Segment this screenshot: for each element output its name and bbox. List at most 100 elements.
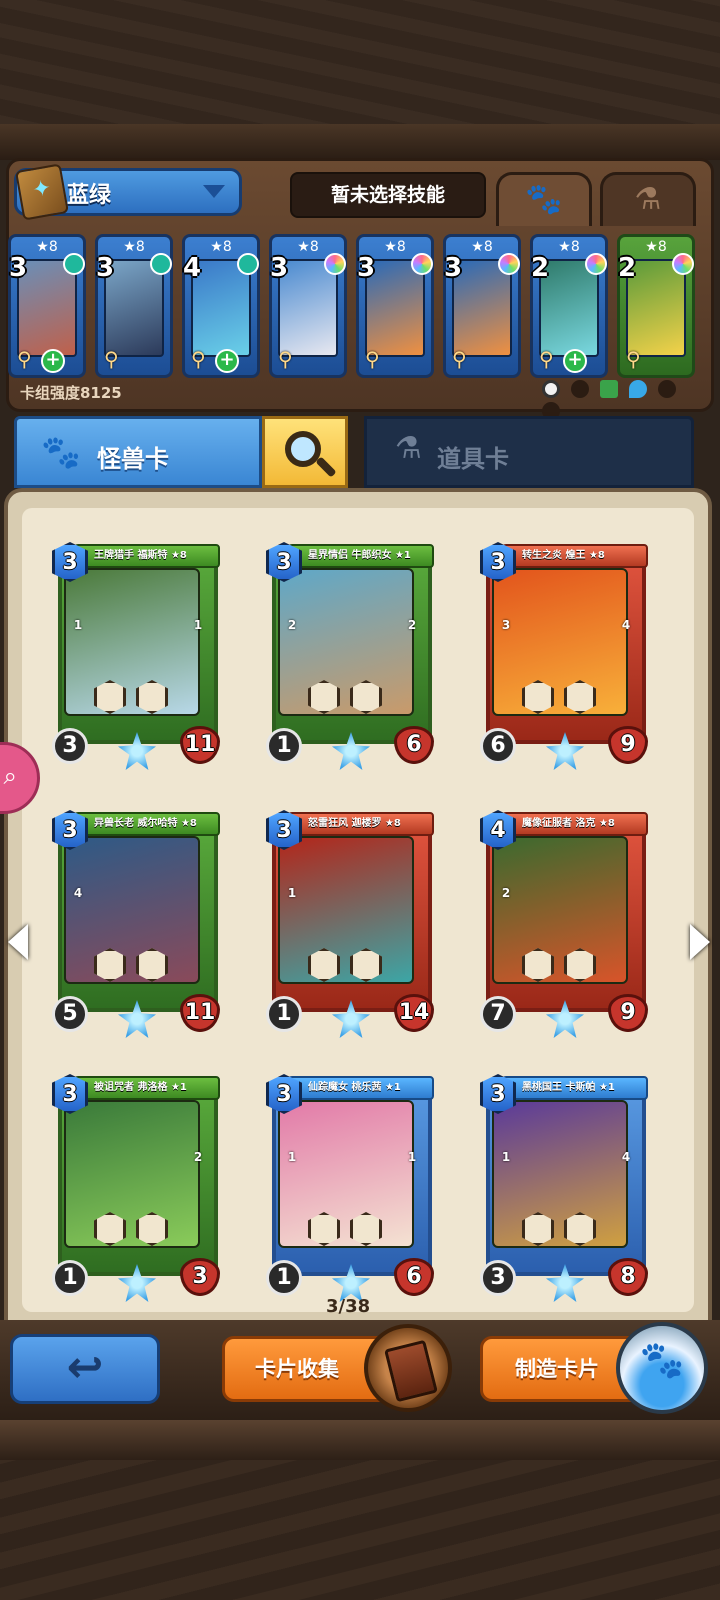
element-gem-icon: [63, 253, 85, 275]
card-health: 6: [394, 1258, 434, 1296]
card-health: 8: [608, 1258, 648, 1296]
card-pip-right: 4: [621, 1150, 631, 1164]
card-pip-left: 1: [287, 1150, 297, 1164]
tribe-plant-icon[interactable]: [600, 380, 619, 398]
deck-card[interactable]: ★8 3 ⚲: [356, 234, 434, 378]
upgrade-plus-icon[interactable]: +: [563, 349, 587, 373]
card-art: [64, 1100, 200, 1248]
monster-card[interactable]: 仙踪魔女 桃乐茜 ★1 3 1 1 1 6: [266, 1074, 434, 1302]
back-button[interactable]: ↩: [10, 1334, 160, 1404]
card-health: 14: [394, 994, 434, 1032]
deck-card[interactable]: ★8 2 ⚲ +: [530, 234, 608, 378]
card-collection-icon: [364, 1324, 452, 1412]
monster-card[interactable]: 星界情侣 牛郎织女 ★1 3 2 2 1 6: [266, 542, 434, 770]
deck-card[interactable]: ★8 3 ⚲ +: [8, 234, 86, 378]
deck-card[interactable]: ★8 3 ⚲: [269, 234, 347, 378]
card-pip-right: 4: [621, 618, 631, 632]
tab-item-cards[interactable]: ⚗ 道具卡: [364, 416, 694, 488]
card-pip-left: 1: [501, 1150, 511, 1164]
card-attack: 1: [266, 1260, 302, 1296]
card-attack: 3: [52, 728, 88, 764]
card-attack: 1: [52, 1260, 88, 1296]
tribe-filter-icons[interactable]: [542, 380, 692, 420]
card-attack: 7: [480, 996, 516, 1032]
next-page-arrow-icon[interactable]: [690, 924, 710, 960]
paw-icon: 🐾: [41, 433, 81, 471]
card-pip-right: [400, 868, 424, 898]
card-art: [64, 836, 200, 984]
card-title: 异兽长老 威尔哈特 ★8: [74, 812, 220, 836]
element-gem-icon: [237, 253, 259, 275]
monster-card[interactable]: 魔像征服者 洛克 ★8 4 2 7 9: [480, 810, 648, 1038]
wand-icon: ⚲: [452, 347, 467, 371]
monster-card[interactable]: 异兽长老 威尔哈特 ★8 3 4 5 11: [52, 810, 220, 1038]
deck-book-icon: [15, 163, 69, 221]
card-pip-left: 2: [501, 886, 511, 900]
card-art: [278, 836, 414, 984]
card-collection-book: 王牌猎手 福斯特 ★8 3 1 1 3 11 星界情侣 牛郎织女 ★1 3 2 2 1 6 转生之炎 煌…: [4, 488, 712, 1326]
element-gem-icon: [150, 253, 172, 275]
deck-card-cost: 3: [444, 253, 463, 283]
upgrade-plus-icon[interactable]: +: [215, 349, 239, 373]
wand-icon: ⚲: [365, 347, 380, 371]
tab-monster-cards[interactable]: 🐾 怪兽卡: [14, 416, 262, 488]
skill-select-button[interactable]: 暂未选择技能: [290, 172, 486, 218]
search-button[interactable]: [262, 416, 348, 488]
monster-card[interactable]: 被诅咒者 弗洛格 ★1 3 2 1 3: [52, 1074, 220, 1302]
deck-card[interactable]: ★8 3 ⚲: [95, 234, 173, 378]
monster-card[interactable]: 黑桃国王 卡斯帕 ★1 3 1 4 3 8: [480, 1074, 648, 1302]
card-art: [492, 1100, 628, 1248]
card-title: 黑桃国王 卡斯帕 ★1: [502, 1076, 648, 1100]
card-pip-right: [186, 868, 210, 898]
monster-card[interactable]: 转生之炎 煌王 ★8 3 3 4 6 9: [480, 542, 648, 770]
deck-name: 蓝绿: [67, 183, 112, 208]
prev-page-arrow-icon[interactable]: [8, 924, 28, 960]
tribe-all-icon[interactable]: [542, 380, 560, 398]
card-attack: 3: [480, 1260, 516, 1296]
card-grid: 王牌猎手 福斯特 ★8 3 1 1 3 11 星界情侣 牛郎织女 ★1 3 2 2 1 6 转生之炎 煌…: [22, 508, 694, 1312]
element-gem-icon: [585, 253, 607, 275]
deck-card[interactable]: ★8 2 ⚲: [617, 234, 695, 378]
card-health: 11: [180, 726, 220, 764]
deck-card-cost: 3: [9, 253, 28, 283]
card-health: 9: [608, 994, 648, 1032]
wand-icon: ⚲: [104, 347, 119, 371]
tab-item-label: 道具卡: [437, 445, 509, 473]
deck-card-cost: 3: [96, 253, 115, 283]
card-title: 仙踪魔女 桃乐茜 ★1: [288, 1076, 434, 1100]
card-health: 6: [394, 726, 434, 764]
tribe-wind-icon[interactable]: [658, 380, 677, 398]
craft-potion-icon: 🐾: [616, 1322, 708, 1414]
card-pip-left: 3: [501, 618, 511, 632]
card-pip-right: 1: [193, 618, 203, 632]
card-title: 星界情侣 牛郎织女 ★1: [288, 544, 434, 568]
wand-icon: ⚲: [17, 347, 32, 371]
deck-card[interactable]: ★8 3 ⚲: [443, 234, 521, 378]
potion-icon: ⚗: [395, 431, 422, 466]
card-attack: 5: [52, 996, 88, 1032]
tribe-water-icon[interactable]: [629, 380, 648, 398]
card-health: 9: [608, 726, 648, 764]
card-pip-left: [66, 1132, 90, 1162]
card-art: [278, 568, 414, 716]
card-title: 被诅咒者 弗洛格 ★1: [74, 1076, 220, 1100]
card-pip-left: 1: [73, 618, 83, 632]
upgrade-plus-icon[interactable]: +: [41, 349, 65, 373]
card-pip-right: 2: [407, 618, 417, 632]
deck-card[interactable]: ★8 4 ⚲ +: [182, 234, 260, 378]
card-art: [492, 568, 628, 716]
deck-strength: 卡组强度8125: [20, 384, 122, 402]
tab-paw-icon[interactable]: 🐾: [496, 172, 592, 226]
card-title: 转生之炎 煌王 ★8: [502, 544, 648, 568]
deck-card-cost: 4: [183, 253, 202, 283]
monster-card[interactable]: 怒雷狂风 迦楼罗 ★8 3 1 1 14: [266, 810, 434, 1038]
card-attack: 1: [266, 728, 302, 764]
tab-potion-icon[interactable]: ⚗: [600, 172, 696, 226]
card-title: 魔像征服者 洛克 ★8: [502, 812, 648, 836]
deck-card-cost: 2: [531, 253, 550, 283]
tribe-beast-icon[interactable]: [571, 380, 590, 398]
deck-selector[interactable]: 蓝绿: [14, 163, 242, 221]
card-pip-left: 1: [287, 886, 297, 900]
wood-header: [0, 0, 720, 160]
monster-card[interactable]: 王牌猎手 福斯特 ★8 3 1 1 3 11: [52, 542, 220, 770]
